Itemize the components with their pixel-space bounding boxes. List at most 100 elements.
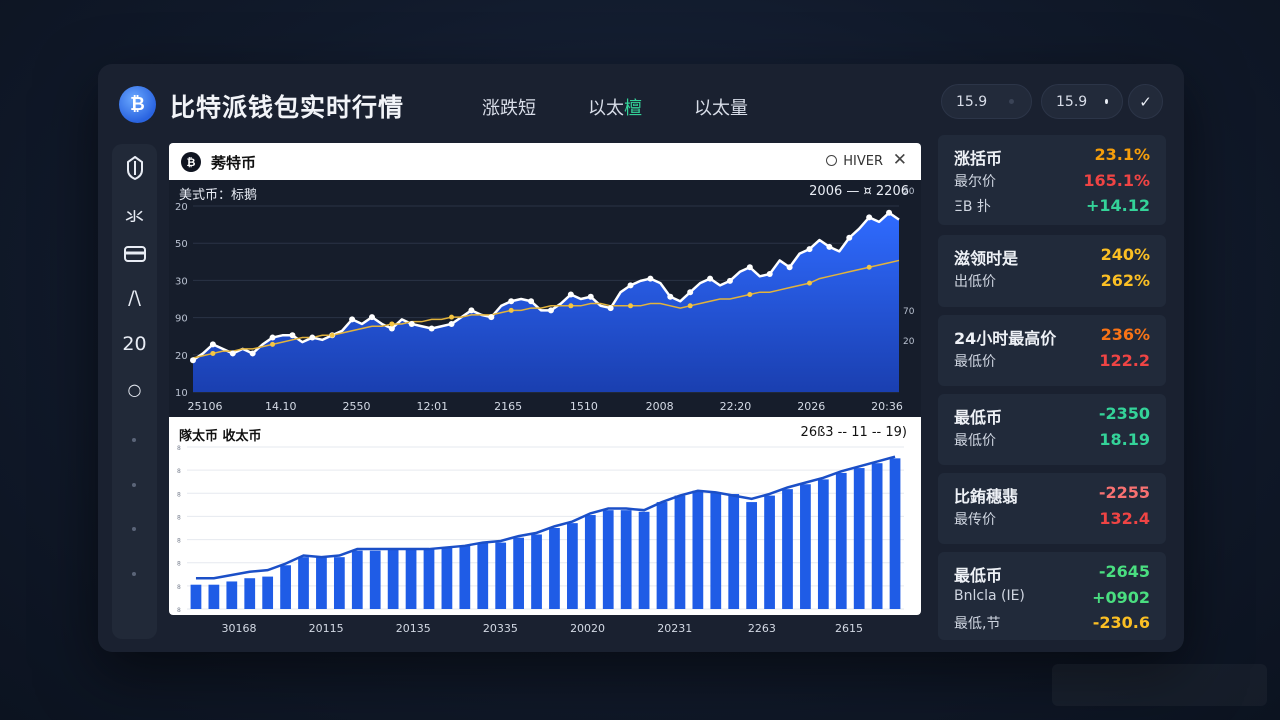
stat-value: +14.12 (1085, 196, 1150, 215)
rail-dot[interactable] (132, 438, 136, 442)
y-tick-mark: 8 (177, 514, 181, 521)
volume-bar (262, 576, 274, 609)
bracket-icon[interactable]: /\ (112, 287, 157, 309)
x-tick-label: 2008 (646, 400, 674, 413)
app-title: 比特派钱包实时行情 (170, 93, 405, 122)
price-point (368, 314, 375, 321)
hiver-toggle[interactable]: HIVER (826, 154, 883, 169)
tab-price-change[interactable]: 涨跌短 (482, 94, 536, 120)
x-tick-label: 30168 (222, 622, 257, 635)
left-rail: 氺 /\ 20 ○ (112, 144, 157, 639)
rail-dot[interactable] (132, 527, 136, 531)
chart-icon[interactable]: 氺 (112, 202, 157, 229)
hiver-label: HIVER (843, 154, 883, 169)
y-tick-label: 10 (175, 388, 188, 399)
price-point (726, 277, 733, 284)
stat-label: 出低价 (954, 274, 996, 290)
top-chart-body: 美式币：标鹅 2006 — ¤ 2206 20 50 30 90 20 10 20 70 20 2… (169, 180, 921, 417)
stat-card[interactable]: 24小时最高价 236% 最低价 122.2 (938, 315, 1166, 386)
volume-bar (405, 549, 417, 609)
close-icon[interactable]: ✕ (893, 150, 907, 170)
volume-bar (333, 557, 345, 609)
value-pill-1[interactable]: 15.9 (941, 84, 1032, 119)
stat-card[interactable]: 最低币 -2645 Bnlcla (IE) +0902 最低,节 -230.6 (938, 552, 1166, 640)
price-point (766, 271, 773, 278)
x-tick-label: 20135 (396, 622, 431, 635)
stat-label: 最低价 (954, 433, 996, 449)
price-point (567, 291, 574, 298)
stat-row: 最低价 18.19 (954, 430, 1150, 450)
volume-bar (549, 528, 560, 609)
x-tick-label: 2026 (797, 400, 825, 413)
stat-card[interactable]: 涨括币 23.1% 最尔价 165.1% ΞΒ 扑 +14.12 (938, 135, 1166, 225)
card-icon[interactable] (112, 245, 157, 267)
stat-row: ΞΒ 扑 +14.12 (954, 196, 1150, 216)
volume-bar (208, 584, 220, 609)
tab-ether-volume[interactable]: 以太量 (694, 94, 748, 120)
tab-ether[interactable]: 以太檀 (588, 94, 642, 120)
y-tick-mark: 8 (177, 538, 181, 545)
stat-value: +0902 (1092, 588, 1150, 607)
stat-row: 最低,节 -230.6 (954, 613, 1150, 633)
stat-value: -230.6 (1092, 613, 1150, 632)
stat-row: 最低币 -2350 (954, 404, 1150, 428)
stat-value: 132.4 (1099, 509, 1150, 528)
bar-chart-x-axis: 30168 20115 20135 20335 20020 20231 2263 2615 (222, 622, 864, 635)
stat-label: Bnlcla (IE) (954, 588, 1025, 604)
top-chart-header: ₿ 莠特币 HIVER ✕ (169, 143, 921, 180)
price-point (607, 305, 614, 312)
rail-dot[interactable] (132, 483, 136, 487)
volume-bar (531, 534, 542, 609)
ma-point (568, 303, 574, 309)
stat-row: 最低币 -2645 (954, 562, 1150, 586)
watermark (1052, 664, 1267, 706)
confirm-check-button[interactable]: ✓ (1128, 84, 1163, 119)
stat-label: 最低,节 (954, 616, 1001, 632)
stat-card[interactable]: 最低币 -2350 最低价 18.19 (938, 394, 1166, 465)
shield-icon[interactable] (112, 155, 157, 185)
y-tick-mark: 8 (177, 468, 181, 475)
price-point (846, 234, 853, 241)
right-tick-label: 70 (903, 307, 915, 317)
price-point (528, 298, 535, 305)
price-point (269, 334, 276, 341)
stat-label: 滋领时是 (954, 249, 1019, 268)
price-point (448, 320, 455, 327)
stat-row: Bnlcla (IE) +0902 (954, 588, 1150, 607)
price-point (806, 246, 813, 253)
volume-bar (710, 492, 722, 609)
price-point (190, 357, 196, 364)
stat-value: 23.1% (1094, 145, 1150, 164)
y-tick-label: 20 (175, 202, 188, 213)
price-point (289, 332, 296, 339)
circle-icon[interactable]: ○ (112, 380, 157, 399)
x-tick-label: 2550 (343, 400, 371, 413)
volume-bar (477, 542, 489, 609)
volume-bar (244, 578, 256, 609)
price-point (786, 264, 793, 271)
stat-row: 最传价 132.4 (954, 509, 1150, 529)
value-pill-2[interactable]: 15.9 (1041, 84, 1123, 119)
stat-row: 24小时最高价 236% (954, 325, 1150, 349)
x-tick-label: 20231 (657, 622, 692, 635)
volume-bar (800, 484, 811, 609)
app-window: ₿ 比特派钱包实时行情 涨跌短 以太檀 以太量 15.9 15.9 ✓ 氺 /\… (98, 64, 1184, 652)
volume-bar (316, 557, 327, 609)
price-point (547, 307, 554, 314)
y-tick-mark: 8 (177, 561, 181, 568)
x-tick-label: 2165 (494, 400, 522, 413)
rail-dot[interactable] (132, 572, 136, 576)
ma-point (628, 303, 634, 309)
y-tick-mark: 8 (177, 445, 181, 452)
price-point (746, 264, 753, 271)
x-tick-label: 1510 (570, 400, 598, 413)
ma-point (687, 303, 693, 309)
stat-card[interactable]: 比銪穗翡 -2255 最传价 132.4 (938, 473, 1166, 544)
count-text: 20 (122, 333, 147, 355)
stat-card[interactable]: 滋领时是 240% 出低价 262% (938, 235, 1166, 307)
stat-row: 最低价 122.2 (954, 351, 1150, 371)
volume-bar (423, 549, 435, 609)
volume-bar (584, 515, 596, 609)
tab-label: 以太 (588, 98, 624, 119)
stat-value: 240% (1100, 245, 1150, 264)
